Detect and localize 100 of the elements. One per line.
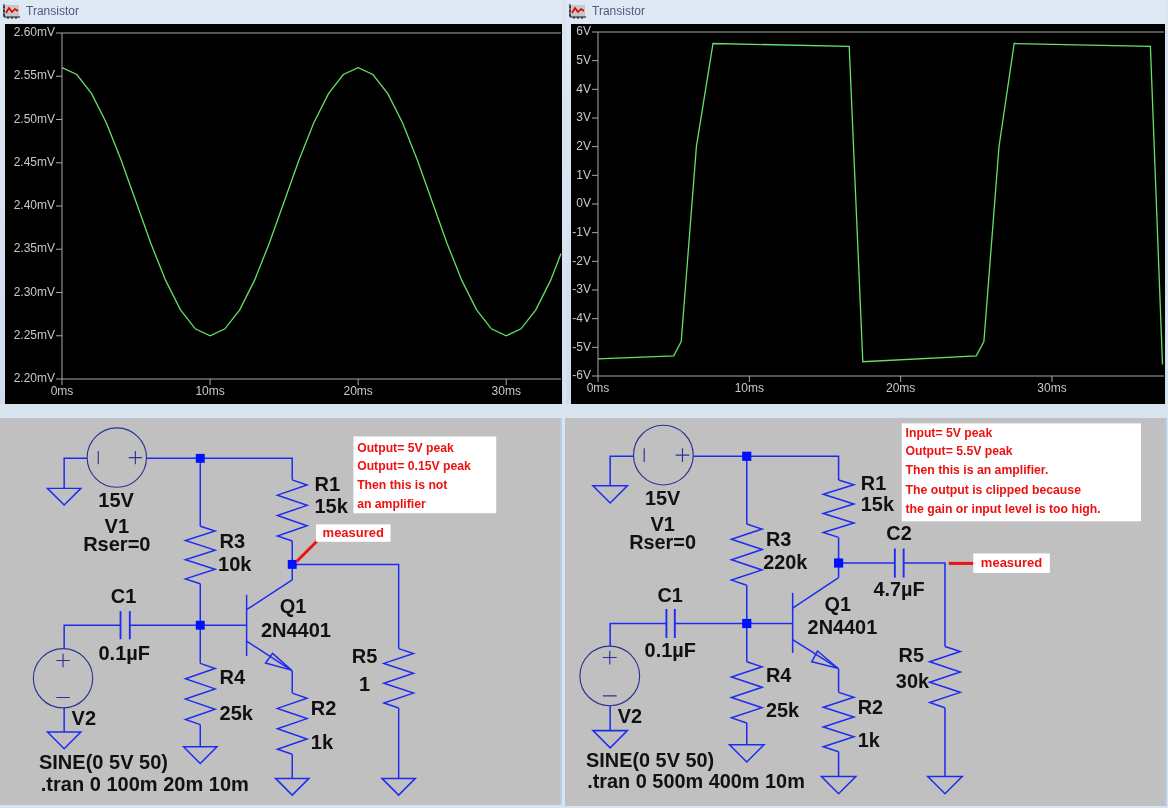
y-tick-label: 2.35mV: [13, 241, 55, 256]
note-text: Input= 5V peak: [905, 425, 993, 440]
component-label: R2: [857, 695, 884, 718]
note-text: Then this is not: [357, 478, 448, 493]
resistor-symbol[interactable]: [729, 660, 765, 724]
note-text: Output= 0.15V peak: [357, 459, 471, 474]
window-title: Transistor: [26, 4, 79, 18]
voltage-source-symbol[interactable]: [579, 645, 641, 707]
tick-mark: [900, 375, 902, 383]
component-label: R2: [310, 697, 337, 720]
resistor-symbol[interactable]: [729, 523, 765, 586]
resistor-symbol[interactable]: [275, 479, 310, 542]
y-tick-label: -3V: [572, 282, 591, 297]
tick-mark: [591, 146, 599, 148]
component-label: R1: [860, 471, 887, 494]
tick-mark: [357, 378, 359, 386]
ground-symbol[interactable]: [45, 731, 83, 750]
y-tick-label: 2.30mV: [13, 284, 55, 299]
resistor-symbol[interactable]: [275, 692, 310, 755]
resistor-symbol[interactable]: [820, 691, 857, 753]
component-label: R1: [314, 473, 341, 496]
component-label: 0.1µF: [98, 642, 151, 665]
tick-mark: [591, 174, 599, 176]
y-tick-label: 3V: [576, 110, 591, 125]
voltage-source-symbol[interactable]: [32, 648, 94, 709]
y-tick-label: 2.60mV: [13, 25, 55, 40]
resistor-symbol[interactable]: [183, 525, 218, 585]
component-label: R5: [898, 644, 924, 666]
wire: [291, 670, 293, 694]
capacitor-symbol[interactable]: [119, 610, 131, 641]
y-tick-label: 2.45mV: [13, 154, 55, 169]
component-label: C1: [657, 584, 683, 607]
component-label: 2N4401: [260, 618, 331, 641]
ground-symbol[interactable]: [181, 746, 219, 765]
y-tick-label: 1V: [576, 167, 591, 182]
probe-line: [948, 561, 974, 565]
x-tick-label: 0ms: [586, 381, 610, 395]
y-tick-label: 2.20mV: [13, 371, 55, 386]
chart-icon: [569, 3, 586, 19]
y-tick-label: -1V: [572, 224, 591, 239]
voltage-source-symbol[interactable]: [632, 424, 694, 486]
tick-mark: [55, 32, 63, 34]
probe-line: [295, 540, 319, 563]
tick-mark: [591, 88, 599, 90]
capacitor-symbol[interactable]: [893, 547, 905, 579]
y-tick-label: 4V: [576, 81, 591, 96]
tick-mark: [1051, 375, 1053, 383]
wire: [944, 706, 946, 778]
wire: [609, 705, 611, 732]
capacitor-symbol[interactable]: [665, 608, 676, 639]
component-label: 15k: [860, 492, 894, 515]
tick-mark: [591, 260, 599, 262]
component-label: .tran 0 500m 400m 10m: [587, 770, 805, 793]
note-text: the gain or input level is too high.: [905, 501, 1101, 516]
chart-icon: [3, 3, 20, 19]
ground-symbol[interactable]: [591, 484, 630, 505]
tick-mark: [591, 232, 599, 234]
tick-mark: [591, 60, 599, 62]
x-tick-label: 30ms: [491, 384, 521, 398]
ground-symbol[interactable]: [819, 775, 858, 795]
tick-mark: [591, 203, 599, 205]
note-text: an amplifier: [357, 496, 426, 511]
wire: [199, 723, 201, 748]
tick-mark: [591, 31, 599, 33]
tick-mark: [209, 378, 211, 386]
component-label: C2: [886, 522, 912, 545]
note-text: Output= 5.5V peak: [905, 444, 1013, 459]
x-tick-label: 10ms: [734, 381, 764, 395]
wire: [746, 722, 748, 746]
window-title: Transistor: [592, 4, 645, 18]
voltage-source-symbol[interactable]: [86, 427, 148, 488]
component-label: Q1: [824, 593, 852, 616]
resistor-symbol[interactable]: [927, 645, 963, 709]
tick-mark: [591, 117, 599, 119]
ground-symbol[interactable]: [45, 487, 83, 507]
resistor-symbol[interactable]: [820, 479, 857, 539]
component-label: R4: [219, 666, 246, 689]
y-tick-label: 0V: [576, 196, 591, 211]
ground-symbol[interactable]: [273, 777, 311, 797]
tick-mark: [505, 378, 507, 386]
tick-mark: [591, 289, 599, 291]
ground-symbol[interactable]: [727, 744, 766, 764]
x-tick-label: 20ms: [343, 384, 373, 398]
resistor-symbol[interactable]: [381, 647, 416, 709]
resistor-symbol[interactable]: [183, 662, 218, 726]
component-label: 1k: [857, 728, 880, 751]
tick-mark: [55, 205, 63, 207]
ground-symbol[interactable]: [925, 775, 965, 795]
note-text: The output is clipped because: [905, 482, 1081, 497]
component-label: 4.7µF: [873, 578, 925, 601]
component-label: 15V: [98, 489, 134, 511]
ground-symbol[interactable]: [591, 729, 630, 749]
component-label: 220k: [763, 551, 808, 574]
component-label: 10k: [218, 553, 252, 576]
component-label: R3: [765, 528, 792, 551]
component-label: V2: [617, 705, 643, 728]
component-label: 25k: [765, 699, 800, 722]
y-tick-label: -6V: [572, 368, 591, 383]
y-tick-label: 6V: [576, 24, 591, 39]
ground-symbol[interactable]: [380, 777, 418, 797]
